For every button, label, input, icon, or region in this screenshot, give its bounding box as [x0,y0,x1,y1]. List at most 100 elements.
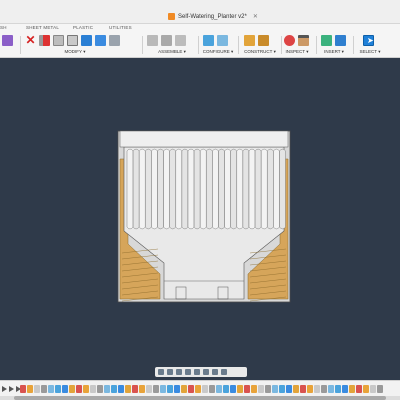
timeline-feature[interactable] [111,385,117,393]
insert-menu[interactable]: INSERT ▾ [319,49,349,55]
fit-icon[interactable] [194,369,200,375]
viewports-icon[interactable] [221,369,227,375]
fillet-icon[interactable] [53,35,64,46]
delete-icon[interactable]: ✕ [25,34,36,46]
timeline-feature[interactable] [377,385,383,393]
timeline-feature[interactable] [349,385,355,393]
timeline-feature[interactable] [104,385,110,393]
timeline-feature[interactable] [286,385,292,393]
timeline-feature[interactable] [300,385,306,393]
timeline-feature[interactable] [181,385,187,393]
timeline-feature[interactable] [356,385,362,393]
timeline-feature[interactable] [55,385,61,393]
timeline-feature[interactable] [335,385,341,393]
timeline-feature[interactable] [202,385,208,393]
section-analysis-icon[interactable] [298,35,309,46]
timeline-feature[interactable] [48,385,54,393]
timeline-feature[interactable] [174,385,180,393]
tab-plastic[interactable]: PLASTIC [73,25,93,30]
prev-icon[interactable] [9,386,14,392]
timeline-feature[interactable] [20,385,26,393]
timeline-feature[interactable] [209,385,215,393]
timeline-feature[interactable] [27,385,33,393]
form-icon[interactable] [2,35,13,46]
display-settings-icon[interactable] [203,369,209,375]
timeline-feature[interactable] [223,385,229,393]
timeline-feature[interactable] [132,385,138,393]
timeline-feature[interactable] [230,385,236,393]
timeline-feature[interactable] [76,385,82,393]
timeline-feature[interactable] [363,385,369,393]
timeline-feature[interactable] [321,385,327,393]
document-tab[interactable]: Self-Watering_Planter v2* ✕ [168,9,258,24]
timeline-feature[interactable] [237,385,243,393]
tab-utilities[interactable]: UTILITIES [109,25,132,30]
timeline-feature[interactable] [195,385,201,393]
assemble-menu[interactable]: ASSEMBLE ▾ [147,49,197,55]
timeline-feature[interactable] [41,385,47,393]
timeline-feature[interactable] [146,385,152,393]
timeline-feature[interactable] [160,385,166,393]
canvas-viewport[interactable] [0,59,400,365]
joint-icon[interactable] [161,35,172,46]
timeline-feature[interactable] [265,385,271,393]
look-at-icon[interactable] [176,369,182,375]
midplane-icon[interactable] [258,35,269,46]
timeline-feature[interactable] [69,385,75,393]
timeline-feature[interactable] [97,385,103,393]
select-menu[interactable]: SELECT ▾ [356,49,384,55]
measure-icon[interactable] [284,35,295,46]
timeline-feature[interactable] [216,385,222,393]
timeline-feature[interactable] [83,385,89,393]
inspect-menu[interactable]: INSPECT ▾ [283,49,311,55]
press-pull-icon[interactable] [39,35,50,46]
construct-menu[interactable]: CONSTRUCT ▾ [241,49,279,55]
timeline-feature[interactable] [167,385,173,393]
configure-icon[interactable] [203,35,214,46]
timeline-feature[interactable] [314,385,320,393]
orbit-icon[interactable] [158,369,164,375]
timeline-feature[interactable] [258,385,264,393]
timeline-scroll-thumb[interactable] [14,396,386,400]
rib [145,148,152,230]
timeline-feature[interactable] [307,385,313,393]
timeline-feature[interactable] [34,385,40,393]
insert-mesh-icon[interactable] [321,35,332,46]
modify-group: ✕ MODIFY ▾ [25,33,125,58]
timeline-feature[interactable] [279,385,285,393]
timeline-feature[interactable] [139,385,145,393]
timeline-feature[interactable] [62,385,68,393]
pan-icon[interactable] [167,369,173,375]
select-cursor-icon[interactable]: ➤ [363,35,374,46]
as-built-joint-icon[interactable] [175,35,186,46]
new-component-icon[interactable] [147,35,158,46]
tab-sheet-metal[interactable]: SHEET METAL [26,25,59,30]
timeline-feature[interactable] [370,385,376,393]
move-icon[interactable] [95,35,106,46]
timeline-feature[interactable] [293,385,299,393]
configure-menu[interactable]: CONFIGURE ▾ [201,49,235,55]
zoom-icon[interactable] [185,369,191,375]
timeline-feature[interactable] [244,385,250,393]
timeline-feature[interactable] [118,385,124,393]
timeline-feature[interactable] [188,385,194,393]
timeline-feature[interactable] [328,385,334,393]
align-icon[interactable] [109,35,120,46]
modify-menu[interactable]: MODIFY ▾ [25,49,125,55]
timeline-feature[interactable] [342,385,348,393]
insert-image-icon[interactable] [335,35,346,46]
timeline-feature[interactable] [153,385,159,393]
grid-icon[interactable] [212,369,218,375]
offset-plane-icon[interactable] [244,35,255,46]
first-icon[interactable] [2,386,7,392]
timeline-feature[interactable] [90,385,96,393]
timeline-feature[interactable] [251,385,257,393]
shell-icon[interactable] [67,35,78,46]
timeline-feature[interactable] [272,385,278,393]
tab-sheet[interactable]: SH [0,25,7,30]
close-tab-icon[interactable]: ✕ [253,13,258,20]
combine-icon[interactable] [81,35,92,46]
timeline-feature[interactable] [125,385,131,393]
configure-table-icon[interactable] [217,35,228,46]
timeline-scrollbar[interactable] [0,396,400,400]
